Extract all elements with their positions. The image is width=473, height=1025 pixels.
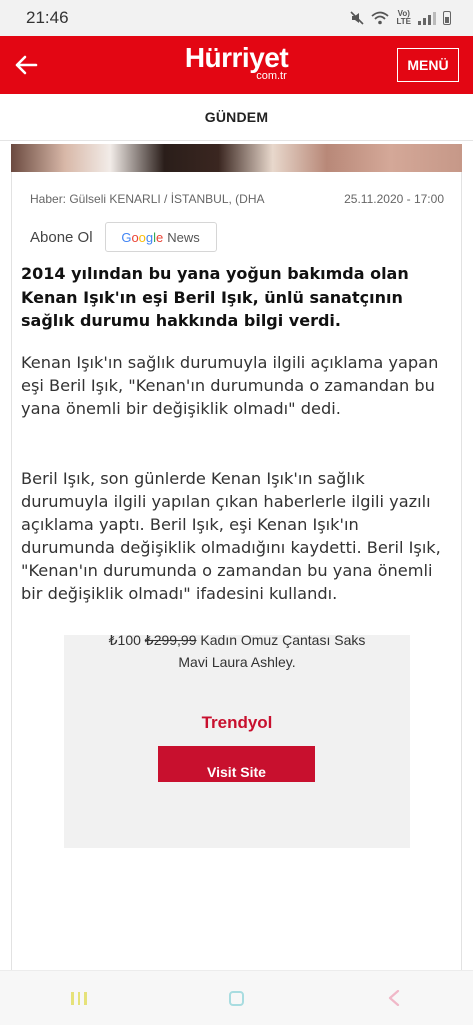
- recent-apps-button[interactable]: [49, 978, 109, 1018]
- back-button[interactable]: [364, 978, 424, 1018]
- ad-brand: Trendyol: [201, 713, 273, 732]
- recent-apps-icon: [71, 991, 87, 1005]
- section-title[interactable]: GÜNDEM: [205, 109, 268, 125]
- home-icon: [228, 990, 244, 1006]
- status-bar: 21:46 Vo) LTE: [0, 0, 473, 36]
- visit-site-button[interactable]: Visit Site: [158, 746, 315, 782]
- article-lead: 2014 yılından bu yana yoğun bakımda olan…: [21, 264, 409, 330]
- ad-product-line-2: Mavi Laura Ashley.: [178, 654, 296, 670]
- signal-icon: [418, 11, 436, 25]
- back-arrow-icon[interactable]: [10, 49, 42, 81]
- publish-date: 25.11.2020 - 17:00: [344, 192, 444, 206]
- menu-button[interactable]: MENÜ: [397, 48, 459, 82]
- mute-icon: [350, 11, 365, 25]
- home-button[interactable]: [206, 978, 266, 1018]
- byline-row: Haber: Gülseli KENARLI / İSTANBUL, (DHA …: [30, 192, 444, 206]
- volte-icon: Vo) LTE: [396, 9, 411, 26]
- ad-old-price: ₺299,99: [144, 635, 197, 648]
- wifi-icon: [371, 11, 390, 25]
- status-time: 21:46: [26, 8, 69, 27]
- ad-product-line: ₺100 ₺299,99 Kadın Omuz Çantası Saks: [64, 635, 410, 651]
- follow-label: Abone Ol: [30, 228, 93, 246]
- ad-product-name: Kadın Omuz Çantası Saks: [200, 635, 366, 648]
- follow-row: Abone Ol Go o g l e News: [30, 222, 217, 252]
- ad-price: ₺100: [108, 635, 141, 648]
- battery-icon: [443, 11, 451, 25]
- app-header: Hürriyet com.tr MENÜ: [0, 36, 473, 94]
- section-bar: GÜNDEM: [0, 94, 473, 141]
- advertisement[interactable]: ₺100 ₺299,99 Kadın Omuz Çantası Saks Mav…: [64, 635, 410, 848]
- article-paragraph: Kenan Işık'ın sağlık durumuyla ilgili aç…: [21, 353, 439, 418]
- google-news-button[interactable]: Go o g l e News: [104, 222, 217, 252]
- byline: Haber: Gülseli KENARLI / İSTANBUL, (DHA: [30, 192, 265, 206]
- status-icons: Vo) LTE: [350, 10, 451, 26]
- article-paragraph: Beril Işık, son günlerde Kenan Işık'ın s…: [21, 469, 441, 603]
- back-icon: [389, 990, 400, 1006]
- article-hero-image: [11, 144, 462, 172]
- system-nav-bar: [0, 970, 473, 1025]
